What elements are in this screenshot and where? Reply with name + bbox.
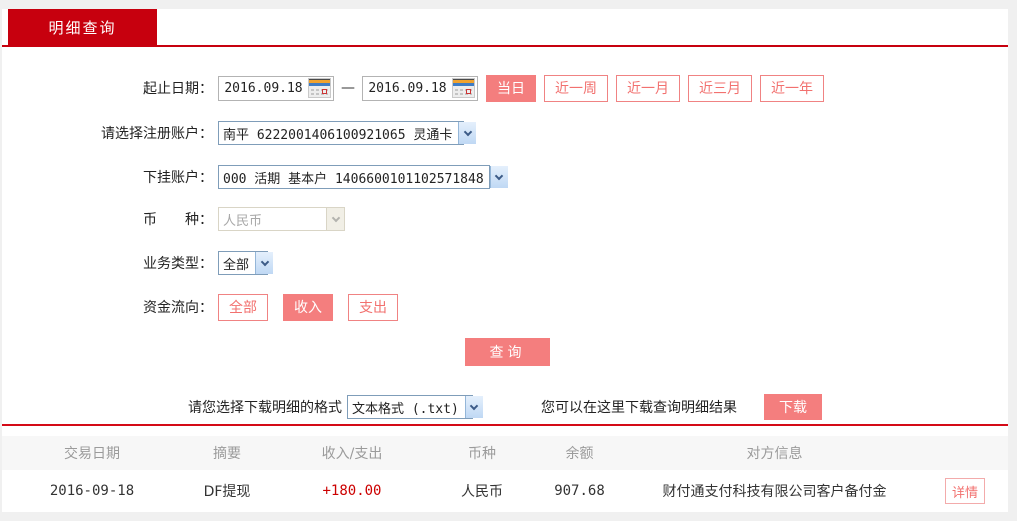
tab-underline-divider (2, 45, 1008, 47)
cell-amount: +180.00 (322, 483, 382, 499)
detail-query-page: { "tab": { "label": "明细查询" }, "form": { … (0, 0, 1017, 521)
chevron-down-icon (464, 396, 483, 418)
business-type-row: 业务类型： 全部 (2, 249, 274, 277)
register-account-value: 南平 6222001406100921065 灵通卡 (223, 127, 453, 143)
query-button[interactable]: 查询 (465, 338, 550, 366)
tab-detail-query[interactable]: 明细查询 (8, 9, 157, 45)
register-account-row: 请选择注册账户： 南平 6222001406100921065 灵通卡 (2, 119, 477, 147)
quick-range-year-button[interactable]: 近一年 (760, 74, 824, 102)
header-income-expense: 收入/支出 (321, 446, 383, 462)
download-format-label: 请您选择下载明细的格式 (188, 400, 342, 416)
fund-flow-row: 资金流向： 全部 收入 支出 (2, 293, 413, 321)
quick-range-today-button[interactable]: 当日 (486, 74, 536, 102)
end-date-input[interactable]: 2016.09.18 (362, 75, 478, 101)
currency-row: 币 种： 人民币 (2, 205, 345, 233)
cell-summary: DF提现 (203, 484, 251, 500)
date-range-label: 起止日期： (143, 81, 213, 97)
header-balance: 余额 (565, 446, 594, 462)
chevron-down-icon (255, 252, 274, 274)
download-hint-text: 您可以在这里下载查询明细结果 (541, 400, 737, 416)
sub-account-label: 下挂账户： (143, 170, 213, 186)
fund-flow-expense-button[interactable]: 支出 (348, 293, 398, 321)
download-format-select[interactable]: 文本格式 (.txt) (347, 395, 483, 419)
header-transaction-date: 交易日期 (64, 446, 120, 462)
end-date-value: 2016.09.18 (368, 80, 447, 96)
calendar-icon[interactable] (308, 78, 331, 98)
transactions-table: 交易日期 摘要 收入/支出 币种 余额 对方信息 2016-09-18 DF提现… (2, 436, 1008, 512)
fund-flow-income-button[interactable]: 收入 (283, 293, 333, 321)
header-currency: 币种 (468, 446, 496, 462)
currency-value: 人民币 (223, 213, 263, 229)
table-row: 2016-09-18 DF提现 +180.00 人民币 907.68 财付通支付… (2, 470, 1008, 512)
content-panel: 明细查询 起止日期： 2016.09.18 — 2016.09.18 当日 近一… (2, 9, 1008, 512)
detail-button[interactable]: 详情 (945, 478, 985, 504)
business-type-label: 业务类型： (143, 256, 213, 272)
start-date-value: 2016.09.18 (224, 80, 303, 96)
currency-select: 人民币 (218, 207, 345, 231)
sub-account-select[interactable]: 000 活期 基本户 1406600101102571848 (218, 165, 508, 189)
cell-transaction-date: 2016-09-18 (49, 483, 135, 499)
chevron-down-icon (326, 208, 344, 230)
chevron-down-icon (489, 166, 508, 188)
download-row: 请您选择下载明细的格式 文本格式 (.txt) 您可以在这里下载查询明细结果 下… (188, 394, 822, 420)
quick-range-month-button[interactable]: 近一月 (616, 74, 680, 102)
currency-label: 币 种： (143, 212, 213, 228)
cell-balance: 907.68 (554, 483, 605, 499)
start-date-input[interactable]: 2016.09.18 (218, 75, 334, 101)
download-format-value: 文本格式 (.txt) (352, 401, 459, 417)
business-type-value: 全部 (223, 257, 250, 273)
table-header-row: 交易日期 摘要 收入/支出 币种 余额 对方信息 (2, 436, 1008, 470)
cell-detail: 详情 (922, 478, 1008, 504)
chevron-down-icon (458, 122, 477, 144)
fund-flow-label: 资金流向： (143, 300, 213, 316)
sub-account-row: 下挂账户： 000 活期 基本户 1406600101102571848 (2, 163, 508, 191)
date-range-row: 起止日期： 2016.09.18 — 2016.09.18 当日 近一周 近一月… (2, 74, 824, 102)
red-divider (2, 424, 1008, 426)
quick-range-week-button[interactable]: 近一周 (544, 74, 608, 102)
header-counterparty: 对方信息 (746, 446, 803, 462)
sub-account-value: 000 活期 基本户 1406600101102571848 (223, 171, 484, 187)
business-type-select[interactable]: 全部 (218, 251, 274, 275)
register-account-select[interactable]: 南平 6222001406100921065 灵通卡 (218, 121, 477, 145)
header-summary: 摘要 (213, 446, 241, 462)
register-account-label: 请选择注册账户： (101, 126, 213, 142)
cell-currency: 人民币 (461, 484, 503, 500)
download-button[interactable]: 下载 (764, 394, 822, 420)
quick-range-3months-button[interactable]: 近三月 (688, 74, 752, 102)
fund-flow-all-button[interactable]: 全部 (218, 293, 268, 321)
cell-counterparty: 财付通支付科技有限公司客户备付金 (662, 484, 887, 500)
tab-label: 明细查询 (48, 18, 117, 37)
date-range-separator: — (341, 80, 355, 96)
calendar-icon[interactable] (452, 78, 475, 98)
